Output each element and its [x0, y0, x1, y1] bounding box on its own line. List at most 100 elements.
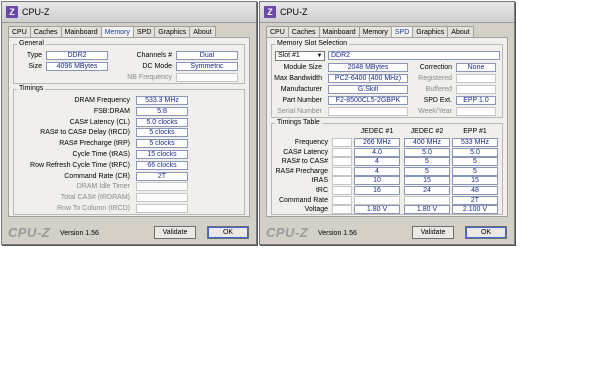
spd-ext-label: SPD Ext. — [423, 97, 452, 104]
slot-select-value: Slot #1 — [278, 52, 300, 59]
memory-panel: General Type DDR2 Size 4096 MBytes Chann… — [8, 37, 250, 217]
table-cell: 4.0 — [354, 147, 400, 157]
table-blank-cell — [332, 186, 352, 195]
channels-label: Channels # — [136, 52, 172, 59]
timing-label: DRAM Idle Timer — [76, 183, 130, 191]
table-row-label: RAS# Precharge — [275, 167, 328, 175]
timing-label: RAS# Precharge (tRP) — [59, 140, 130, 148]
manufacturer-label: Manufacturer — [280, 86, 322, 93]
table-row-label: Frequency — [294, 139, 328, 146]
ok-button[interactable]: OK — [207, 226, 249, 239]
table-cell: 16 — [354, 186, 400, 195]
table-cell: 2T — [452, 195, 498, 205]
table-cell: 48 — [452, 186, 498, 195]
table-blank-cell — [332, 176, 352, 186]
memory-type-value: DDR2 — [328, 51, 500, 60]
validate-button[interactable]: Validate — [412, 226, 454, 239]
table-cell: 400 MHz — [404, 138, 450, 147]
title-bar[interactable]: Z CPU-Z — [260, 2, 514, 23]
timing-label: Cycle Time (tRAS) — [72, 151, 130, 158]
footer: CPU-Z Version 1.56 Validate OK — [260, 221, 514, 243]
dropdown-arrow-icon: ▼ — [316, 53, 323, 59]
validate-button[interactable]: Validate — [154, 226, 196, 239]
table-cell: 2.100 V — [452, 205, 498, 215]
slot-selection-group: Memory Slot Selection Slot #1 ▼ DDR2 Mod… — [271, 40, 503, 118]
table-cell: 15 — [404, 176, 450, 186]
type-value: DDR2 — [46, 51, 108, 60]
cpuz-app-icon: Z — [264, 6, 276, 18]
table-cell: 5 — [452, 166, 498, 176]
registered-value — [456, 74, 496, 83]
timing-label: Total CAS# (tRDRAM) — [60, 194, 130, 202]
table-cell: 533 MHz — [452, 138, 498, 147]
table-cell: 1.80 V — [354, 205, 400, 215]
cpuz-window-spd: Z CPU-Z CPU Caches Mainboard Memory SPD … — [259, 1, 515, 245]
max-bandwidth-label: Max Bandwidth — [274, 75, 322, 82]
timing-label: DRAM Frequency — [74, 97, 130, 104]
table-blank-cell — [332, 166, 352, 176]
table-blank-cell — [332, 157, 352, 167]
channels-value: Dual — [176, 51, 238, 60]
table-blank-cell — [332, 195, 352, 205]
nbfreq-value — [176, 73, 238, 82]
table-cell: 15 — [452, 176, 498, 186]
table-cell: 5 — [452, 157, 498, 167]
table-cell — [404, 195, 450, 205]
part-number-label: Part Number — [282, 97, 322, 104]
timings-table-group: Timings Table JEDEC #1 JEDEC #2 EPP #1 F… — [271, 119, 503, 215]
table-cell: 1.80 V — [404, 205, 450, 215]
slot-select[interactable]: Slot #1 ▼ — [275, 51, 325, 61]
manufacturer-value: G.Skill — [328, 85, 408, 94]
table-cell: 24 — [404, 186, 450, 195]
version-label: Version 1.56 — [60, 230, 99, 237]
table-blank-cell — [332, 147, 352, 157]
table-cell: 266 MHz — [354, 138, 400, 147]
size-label: Size — [28, 63, 42, 70]
buffered-label: Buffered — [425, 86, 452, 93]
timing-value — [136, 193, 188, 203]
table-cell: 4 — [354, 166, 400, 176]
timing-value — [136, 182, 188, 192]
table-row-label: tRAS — [311, 177, 328, 185]
spd-panel: Memory Slot Selection Slot #1 ▼ DDR2 Mod… — [266, 37, 508, 217]
timing-label: CAS# Latency (CL) — [69, 118, 130, 126]
module-size-label: Module Size — [283, 64, 322, 71]
version-label: Version 1.56 — [318, 230, 357, 237]
timing-value: 5.0 clocks — [136, 117, 188, 127]
timing-value: 2T — [136, 171, 188, 181]
window-title: CPU-Z — [22, 7, 50, 17]
type-label: Type — [26, 52, 42, 59]
table-row-label: Command Rate — [278, 196, 328, 204]
ok-button[interactable]: OK — [465, 226, 507, 239]
dcmode-label: DC Mode — [142, 63, 172, 70]
timing-label: Command Rate (CR) — [64, 172, 130, 180]
timing-value — [136, 204, 188, 213]
registered-label: Registered — [418, 75, 452, 82]
table-blank-cell — [332, 205, 352, 215]
timings-table-title: Timings Table — [275, 119, 322, 126]
table-cell: 10 — [354, 176, 400, 186]
table-row-label: RAS# to CAS# — [281, 158, 328, 166]
col-header-epp1: EPP #1 — [463, 128, 487, 135]
timing-value: 5 clocks — [136, 139, 188, 149]
buffered-value — [456, 85, 496, 94]
cpuz-logo: CPU-Z — [266, 225, 309, 240]
cpuz-app-icon: Z — [6, 6, 18, 18]
table-cell — [354, 195, 400, 205]
general-group: General Type DDR2 Size 4096 MBytes Chann… — [13, 40, 245, 84]
correction-label: Correction — [419, 64, 452, 71]
cpuz-logo: CPU-Z — [8, 225, 51, 240]
timing-value: 15 clocks — [136, 150, 188, 159]
table-row-label: tRC — [315, 187, 328, 194]
timing-label: RAS# to CAS# Delay (tRCD) — [40, 129, 130, 137]
module-size-value: 2048 MBytes — [328, 63, 408, 72]
slot-group-title: Memory Slot Selection — [275, 40, 350, 47]
col-header-jedec1: JEDEC #1 — [360, 128, 394, 135]
general-group-title: General — [17, 40, 46, 47]
table-row-label: CAS# Latency — [283, 148, 328, 156]
table-cell: 5 — [404, 166, 450, 176]
serial-number-value — [328, 107, 408, 116]
part-number-value: F2-8500CL5-2GBPK — [328, 96, 408, 105]
size-value: 4096 MBytes — [46, 62, 108, 71]
title-bar[interactable]: Z CPU-Z — [2, 2, 256, 23]
